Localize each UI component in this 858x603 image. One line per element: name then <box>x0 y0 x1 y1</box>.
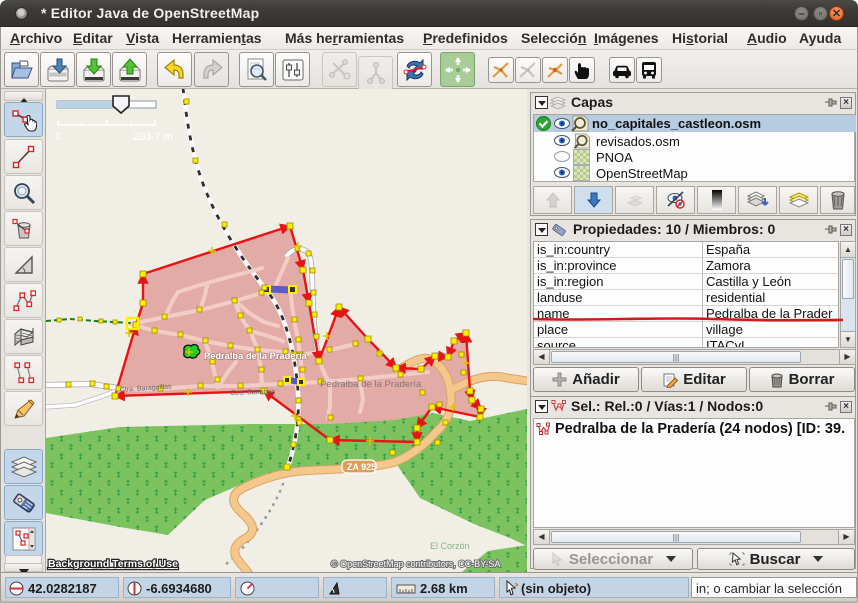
svg-text:ZA 925: ZA 925 <box>347 462 376 472</box>
svg-text:Pedralba de la Pradería: Pedralba de la Pradería <box>204 351 308 361</box>
svg-text:0: 0 <box>55 131 61 143</box>
svg-text:El Corzón: El Corzón <box>430 541 470 551</box>
svg-text:© OpenStreetMap contributors,: © OpenStreetMap contributors, CC-BY-SA <box>331 559 500 569</box>
svg-text:203.7 m: 203.7 m <box>133 131 173 143</box>
svg-text:Background Terms of Use: Background Terms of Use <box>48 558 178 570</box>
svg-text:Pedralba de la Pradería: Pedralba de la Pradería <box>320 379 422 390</box>
